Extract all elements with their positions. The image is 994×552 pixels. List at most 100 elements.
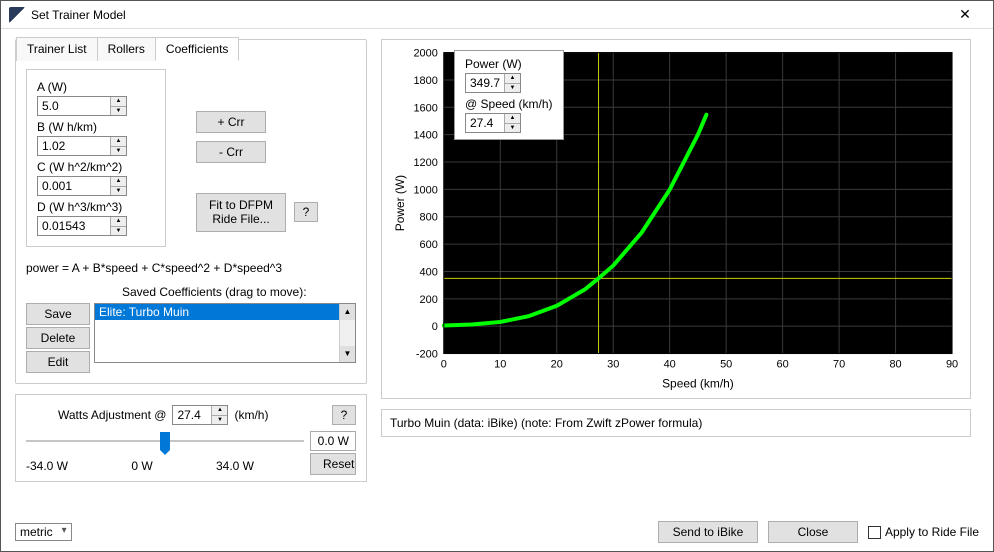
coef-a-input[interactable]: ▲▼ [37,96,127,116]
svg-text:50: 50 [720,358,732,370]
coef-c-label: C (W h^2/km^2) [37,160,155,174]
coef-b-input[interactable]: ▲▼ [37,136,127,156]
stepper-up-icon[interactable]: ▲ [111,137,126,147]
svg-text:200: 200 [420,294,438,306]
watts-slider[interactable] [26,431,304,451]
svg-text:30: 30 [607,358,619,370]
watts-scale-max: 34.0 W [216,459,254,473]
svg-text:2000: 2000 [413,48,437,60]
svg-text:0: 0 [441,358,447,370]
apply-to-ride-file-checkbox[interactable]: Apply to Ride File [868,525,979,539]
svg-text:60: 60 [777,358,789,370]
delete-button[interactable]: Delete [26,327,90,349]
titlebar: Set Trainer Model ✕ [1,1,993,29]
coef-d-field[interactable] [38,217,110,235]
stepper-down-icon[interactable]: ▼ [505,124,520,133]
fit-help-button[interactable]: ? [294,202,318,222]
stepper-down-icon[interactable]: ▼ [111,227,126,236]
svg-text:80: 80 [889,358,901,370]
stepper-up-icon[interactable]: ▲ [505,74,520,84]
svg-text:0: 0 [432,321,438,333]
overlay-speed-field[interactable] [466,114,504,132]
watts-help-button[interactable]: ? [332,405,356,425]
saved-coefficients-list[interactable]: Elite: Turbo Muin ▲ ▼ [94,303,356,363]
watts-speed-field[interactable] [173,406,211,424]
svg-text:1400: 1400 [413,130,437,142]
send-to-ibike-button[interactable]: Send to iBike [658,521,758,543]
units-select[interactable]: metric [15,523,72,541]
chart-overlay: Power (W) ▲▼ @ Speed (km/h) ▲▼ [454,50,564,140]
close-button[interactable]: Close [768,521,858,543]
save-button[interactable]: Save [26,303,90,325]
stepper-up-icon[interactable]: ▲ [111,217,126,227]
svg-text:Power (W): Power (W) [393,175,407,231]
list-item[interactable]: Elite: Turbo Muin [95,304,355,320]
stepper-down-icon[interactable]: ▼ [111,147,126,156]
coef-a-label: A (W) [37,80,155,94]
scroll-down-icon[interactable]: ▼ [340,346,355,362]
edit-button[interactable]: Edit [26,351,90,373]
svg-text:Speed (km/h): Speed (km/h) [662,376,734,390]
stepper-down-icon[interactable]: ▼ [505,84,520,93]
watts-adjustment-panel: Watts Adjustment @ ▲▼ (km/h) ? 0.0 W [15,394,367,482]
stepper-down-icon[interactable]: ▼ [111,187,126,196]
tab-trainer-list[interactable]: Trainer List [16,37,98,61]
stepper-up-icon[interactable]: ▲ [505,114,520,124]
close-icon[interactable]: ✕ [945,6,985,23]
stepper-up-icon[interactable]: ▲ [111,177,126,187]
tab-coefficients[interactable]: Coefficients [155,37,239,61]
svg-text:600: 600 [420,239,438,251]
reset-button[interactable]: Reset [310,453,356,475]
minus-crr-button[interactable]: - Crr [196,141,266,163]
coef-d-input[interactable]: ▲▼ [37,216,127,236]
watts-speed-input[interactable]: ▲▼ [172,405,228,425]
power-chart: 0102030405060708090-20002004006008001000… [381,39,971,399]
svg-text:1800: 1800 [413,75,437,87]
svg-text:20: 20 [551,358,563,370]
coef-c-field[interactable] [38,177,110,195]
svg-text:1600: 1600 [413,102,437,114]
svg-text:90: 90 [946,358,958,370]
coefficient-group: A (W) ▲▼ B (W h/km) ▲▼ C (W h^2/km^2) [26,69,166,247]
overlay-power-label: Power (W) [465,57,553,71]
stepper-down-icon[interactable]: ▼ [212,416,227,425]
svg-text:800: 800 [420,212,438,224]
svg-text:-200: -200 [416,349,438,361]
stepper-down-icon[interactable]: ▼ [111,107,126,116]
coef-c-input[interactable]: ▲▼ [37,176,127,196]
units-value: metric [20,525,53,539]
coefficients-panel: Trainer List Rollers Coefficients A (W) … [15,39,367,384]
plus-crr-button[interactable]: + Crr [196,111,266,133]
trainer-info: Turbo Muin (data: iBike) (note: From Zwi… [381,409,971,437]
tab-rollers[interactable]: Rollers [97,37,156,61]
svg-text:40: 40 [664,358,676,370]
overlay-speed-input[interactable]: ▲▼ [465,113,521,133]
scroll-up-icon[interactable]: ▲ [340,304,355,320]
saved-coefficients-label: Saved Coefficients (drag to move): [122,285,356,299]
app-icon [9,7,25,23]
coef-b-field[interactable] [38,137,110,155]
coef-d-label: D (W h^3/km^3) [37,200,155,214]
apply-label: Apply to Ride File [885,525,979,539]
window-title: Set Trainer Model [31,8,945,22]
fit-dfpm-button[interactable]: Fit to DFPM Ride File... [196,193,286,232]
watts-value-display: 0.0 W [310,431,356,451]
scrollbar[interactable]: ▲ ▼ [339,304,355,362]
watts-unit: (km/h) [234,408,268,422]
stepper-up-icon[interactable]: ▲ [111,97,126,107]
overlay-power-field[interactable] [466,74,504,92]
overlay-speed-label: @ Speed (km/h) [465,97,553,111]
tab-strip: Trainer List Rollers Coefficients [16,49,348,73]
bottom-bar: metric Send to iBike Close Apply to Ride… [15,521,979,543]
checkbox-icon[interactable] [868,526,881,539]
svg-text:1200: 1200 [413,157,437,169]
overlay-power-input[interactable]: ▲▼ [465,73,521,93]
watts-scale-mid: 0 W [131,459,152,473]
power-formula: power = A + B*speed + C*speed^2 + D*spee… [26,261,356,275]
slider-thumb[interactable] [160,432,170,450]
coef-b-label: B (W h/km) [37,120,155,134]
watts-scale-min: -34.0 W [26,459,68,473]
stepper-up-icon[interactable]: ▲ [212,406,227,416]
coef-a-field[interactable] [38,97,110,115]
svg-text:10: 10 [494,358,506,370]
